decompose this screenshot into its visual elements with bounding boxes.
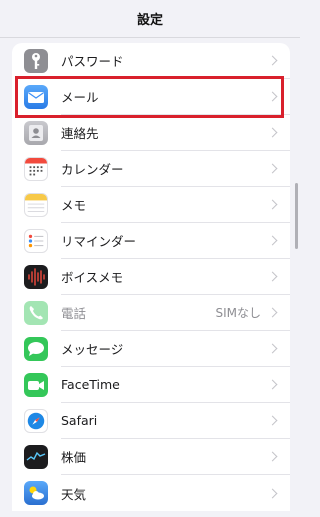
chevron-right-icon [267, 271, 278, 282]
phone-icon [24, 301, 48, 325]
row-label: リマインダー [61, 234, 137, 249]
settings-row-calendar[interactable]: カレンダー [12, 151, 290, 187]
chevron-right-icon [267, 415, 278, 426]
chevron-right-icon [267, 163, 278, 174]
facetime-icon [24, 373, 48, 397]
calendar-icon [24, 157, 48, 181]
navigation-bar: 設定 [0, 0, 300, 38]
messages-icon [24, 337, 48, 361]
safari-icon [24, 409, 48, 433]
settings-row-passwords[interactable]: パスワード [12, 43, 290, 79]
chevron-right-icon [267, 55, 278, 66]
voice-memo-icon [24, 265, 48, 289]
chevron-right-icon [267, 91, 278, 102]
stocks-icon [24, 445, 48, 469]
row-detail: SIMなし [215, 306, 261, 320]
contacts-icon [24, 121, 48, 145]
row-label: パスワード [61, 54, 124, 69]
mail-icon [24, 85, 48, 109]
settings-row-mail[interactable]: メール [12, 79, 290, 115]
settings-row-reminders[interactable]: リマインダー [12, 223, 290, 259]
settings-list: パスワード メール 連絡先 カレンダー メモ リマインダー ボイスメモ 電話 S… [12, 43, 290, 511]
settings-row-voice-memos[interactable]: ボイスメモ [12, 259, 290, 295]
settings-row-safari[interactable]: Safari [12, 403, 290, 439]
settings-row-stocks[interactable]: 株価 [12, 439, 290, 475]
row-label: ボイスメモ [61, 270, 124, 285]
row-label: 連絡先 [61, 126, 99, 141]
weather-icon [24, 481, 48, 505]
settings-row-facetime[interactable]: FaceTime [12, 367, 290, 403]
chevron-right-icon [267, 235, 278, 246]
chevron-right-icon [267, 127, 278, 138]
key-icon [24, 49, 48, 73]
settings-row-contacts[interactable]: 連絡先 [12, 115, 290, 151]
chevron-right-icon [267, 379, 278, 390]
chevron-right-icon [267, 488, 278, 498]
settings-row-notes[interactable]: メモ [12, 187, 290, 223]
reminders-icon [24, 229, 48, 253]
row-label: Safari [61, 413, 98, 428]
row-label: メモ [61, 198, 87, 213]
chevron-right-icon [267, 451, 278, 462]
settings-row-weather[interactable]: 天気 [12, 475, 290, 511]
row-label: FaceTime [61, 377, 120, 392]
notes-icon [24, 193, 48, 217]
row-label: カレンダー [61, 162, 124, 177]
chevron-right-icon [267, 307, 278, 318]
row-label: 株価 [61, 450, 87, 465]
scrollbar[interactable] [295, 183, 298, 249]
chevron-right-icon [267, 343, 278, 354]
chevron-right-icon [267, 199, 278, 210]
row-label: メール [61, 90, 99, 105]
settings-row-messages[interactable]: メッセージ [12, 331, 290, 367]
page-title: 設定 [136, 13, 163, 28]
row-label: 天気 [61, 486, 87, 502]
settings-row-phone[interactable]: 電話 SIMなし [12, 295, 290, 331]
row-label: メッセージ [61, 342, 124, 357]
row-label: 電話 [61, 306, 87, 321]
